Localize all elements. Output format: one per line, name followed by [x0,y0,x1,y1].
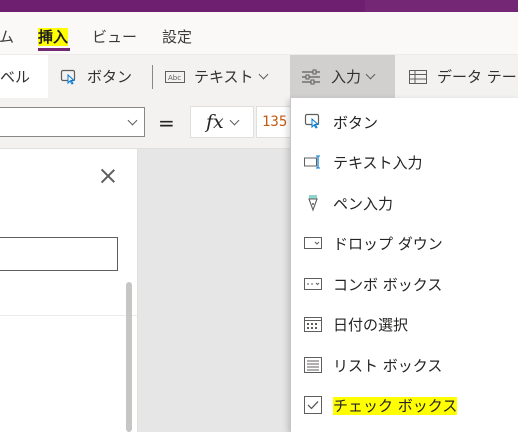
scrollbar[interactable] [126,282,132,432]
input-sliders-icon [301,68,321,86]
menu-item-date-picker[interactable]: 日付の選択 [291,304,518,344]
menu-item-button[interactable]: ボタン [291,102,518,142]
menu-item-label: リスト ボックス [333,356,443,375]
chevron-down-icon [127,115,138,126]
toolbar-input-button[interactable]: 入力 [301,55,376,98]
toolbar-separator [152,65,153,89]
menu-item-label: チェック ボックス [333,395,458,416]
active-tab-indicator [38,48,70,51]
app-canvas[interactable] [138,149,290,432]
list-box-icon [304,356,322,374]
menu-item-list-box[interactable]: リスト ボックス [291,345,518,385]
toolbar-input-label: 入力 [331,68,362,86]
menu-item-label: ペン入力 [333,194,394,213]
title-bar [0,0,518,12]
close-icon[interactable] [98,166,118,186]
label-button[interactable]: ベル [0,55,30,98]
label-button-text: ベル [0,68,31,86]
toolbar-button-button[interactable]: ボタン [60,55,132,98]
menu-item-view[interactable]: ビュー [92,26,137,47]
menu-item-text-input[interactable]: テキスト入力 [291,142,518,182]
insert-menu-label: 挿入 [38,28,69,46]
menu-item-combo-box[interactable]: コンボ ボックス [291,264,518,304]
insert-input-menu: ボタン テキスト入力 ペン入力 ドロップ ダウン コンボ ボックス 日付の選択 [290,98,518,432]
toolbar-data-table-label: データ テー [437,68,517,86]
insert-toolbar: ベル ボタン Abc テキスト 入力 データ テー [0,55,518,98]
menu-item-label: テキスト入力 [333,153,423,172]
chevron-down-icon [365,69,376,80]
pane-divider [0,315,137,316]
toolbar-button-label: ボタン [87,68,133,86]
menu-item-label: ボタン [333,113,379,132]
toolbar-text-label: テキスト [194,68,254,86]
menu-item-label: 日付の選択 [333,315,409,334]
search-input[interactable] [0,237,118,271]
svg-text:Abc: Abc [168,74,181,82]
menu-item-label: コンボ ボックス [333,275,443,294]
date-picker-icon [304,315,322,333]
toolbar-data-table-button[interactable]: データ テー [409,55,517,98]
property-dropdown[interactable] [0,107,145,137]
menu-item-dropdown[interactable]: ドロップ ダウン [291,223,518,263]
left-pane [0,149,138,432]
text-input-icon [304,153,322,171]
combo-box-icon [304,275,322,293]
equals-sign: = [158,111,175,135]
toolbar-text-button[interactable]: Abc テキスト [165,55,269,98]
menu-item-pen-input[interactable]: ペン入力 [291,183,518,223]
table-icon [409,69,427,85]
menu-bar: ム 挿入 ビュー 設定 [0,12,518,55]
chevron-down-icon [229,115,240,125]
fx-icon: fx [206,111,224,133]
chevron-down-icon [258,69,269,80]
button-icon [60,68,78,86]
checkbox-icon [304,396,322,414]
menu-item-label: ドロップ ダウン [333,234,443,253]
menu-item-settings[interactable]: 設定 [162,26,192,47]
menu-item-truncated[interactable]: ム [0,26,14,47]
dropdown-icon [304,234,322,252]
menu-item-label-text: チェック ボックス [333,396,458,415]
formula-value: 135 [262,114,288,130]
pen-input-icon [304,194,322,212]
menu-item-insert[interactable]: 挿入 [38,26,69,47]
text-icon: Abc [165,69,185,85]
menu-item-checkbox[interactable]: チェック ボックス [291,385,518,425]
fx-button[interactable]: fx [190,106,254,138]
button-icon [304,113,322,131]
